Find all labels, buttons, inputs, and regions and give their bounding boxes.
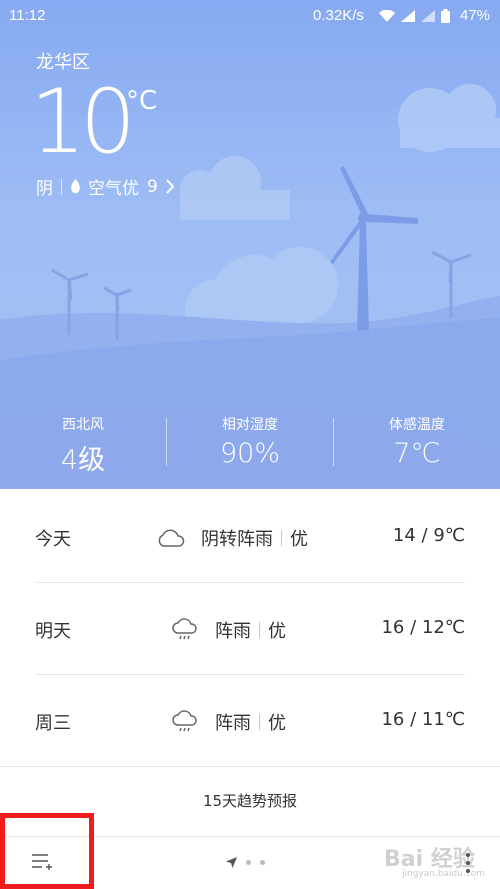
page-dot [246, 860, 251, 865]
stat-value: 90% [219, 438, 280, 469]
forecast-day: 周三 [35, 713, 71, 734]
air-quality-label: 空气优 [88, 179, 139, 199]
signal-icon [421, 10, 435, 22]
location-arrow-icon [226, 857, 237, 868]
status-battery: 47% [460, 7, 491, 24]
status-time: 11:12 [9, 7, 46, 24]
bottom-bar: Bai 经验 jingyan.baidu.com [0, 813, 500, 889]
forecast-range: 16 / 11℃ [381, 709, 465, 730]
leaf-icon [71, 179, 80, 194]
weather-hero: 11:12 0.32K/s 47% 龙华区 10 °C 阴 空气优 9 西北风 … [0, 0, 500, 489]
city-management-button[interactable] [0, 813, 94, 889]
status-bar: 11:12 0.32K/s 47% [0, 0, 500, 32]
stat-label: 相对湿度 [222, 417, 278, 433]
signal-icon [401, 10, 415, 22]
aqi-value: 9 [147, 176, 158, 197]
more-vertical-icon[interactable] [465, 851, 471, 875]
forecast-row-tomorrow[interactable]: 明天 阵雨 优 16 / 12℃ [35, 582, 465, 674]
wifi-icon [379, 10, 395, 22]
stat-label: 体感温度 [389, 417, 445, 433]
stat-humidity: 相对湿度 90% [167, 410, 333, 480]
status-net-speed: 0.32K/s [313, 7, 364, 24]
chevron-right-icon [166, 179, 175, 194]
divider [281, 530, 282, 546]
page-dot [260, 860, 265, 865]
temperature-unit: °C [126, 86, 158, 116]
condition-line[interactable]: 阴 空气优 9 [36, 174, 175, 199]
divider [259, 714, 260, 730]
rain-cloud-icon [172, 710, 197, 732]
forecast-air: 优 [290, 529, 308, 550]
forecast-range: 16 / 12℃ [381, 617, 465, 638]
divider [61, 178, 62, 195]
stat-feels-like: 体感温度 7℃ [334, 410, 500, 480]
divider [259, 622, 260, 638]
forecast-range: 14 / 9℃ [392, 525, 465, 546]
weather-stats: 西北风 4级 相对湿度 90% 体感温度 7℃ [0, 410, 500, 480]
15-day-forecast-link[interactable]: 15天趋势预报 [0, 790, 500, 811]
forecast-row-wednesday[interactable]: 周三 阵雨 优 16 / 11℃ [35, 674, 465, 766]
forecast-desc: 阵雨 [215, 713, 251, 734]
weather-condition: 阴 [36, 179, 53, 199]
forecast-day: 今天 [35, 529, 71, 550]
stat-label: 西北风 [62, 417, 104, 433]
watermark-url: jingyan.baidu.com [402, 869, 486, 879]
list-add-icon [32, 854, 52, 870]
forecast-row-today[interactable]: 今天 阴转阵雨 优 14 / 9℃ [35, 490, 465, 582]
cloud-icon [158, 529, 185, 547]
stat-wind: 西北风 4级 [0, 410, 166, 480]
forecast-air: 优 [268, 713, 286, 734]
forecast-desc: 阴转阵雨 [201, 529, 273, 550]
rain-cloud-icon [172, 618, 197, 640]
stat-value: 7℃ [393, 438, 441, 469]
divider [0, 766, 500, 767]
forecast-day: 明天 [35, 621, 71, 642]
battery-icon [441, 9, 450, 23]
current-temperature: 10 [30, 70, 136, 173]
forecast-desc: 阵雨 [215, 621, 251, 642]
page-indicator [226, 857, 265, 868]
stat-value: 4级 [60, 445, 106, 476]
forecast-air: 优 [268, 621, 286, 642]
